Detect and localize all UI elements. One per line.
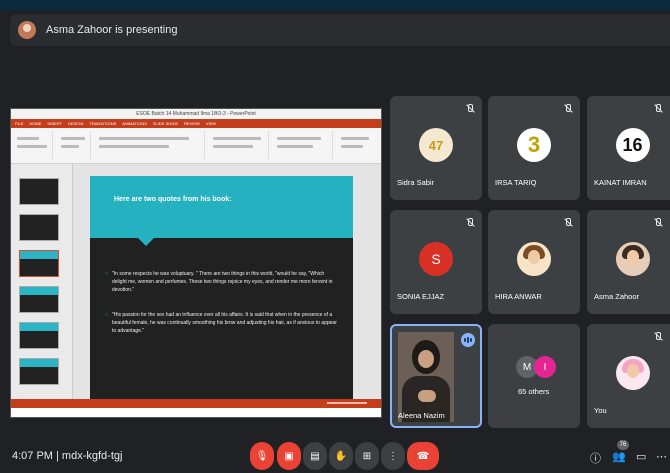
participant-tile[interactable]: 16 KAINAT IMRAN — [587, 96, 670, 200]
presenter-text: Asma Zahoor is presenting — [46, 24, 178, 36]
slide-thumbnails — [11, 164, 73, 408]
participant-tile[interactable]: 3 IRSA TARIQ — [488, 96, 580, 200]
hand-icon: ✋ — [334, 450, 348, 462]
participant-photo — [517, 242, 551, 276]
mic-off-icon — [653, 218, 663, 228]
participant-video — [398, 332, 454, 422]
participant-photo — [615, 242, 650, 276]
present-icon: ⊞ — [362, 450, 372, 462]
participant-name: KAINAT IMRAN — [594, 178, 647, 187]
powerpoint-ribbon-tabs: FILE HOME INSERT DESIGN TRANSITIONS ANIM… — [11, 119, 381, 128]
participant-avatar: 47 — [419, 128, 453, 162]
people-icon[interactable]: 👥 — [612, 450, 626, 463]
raise-hand-button[interactable]: ✋ — [329, 442, 353, 470]
slide-thumbnail[interactable] — [19, 250, 59, 277]
ribbon-tab: DESIGN — [68, 121, 84, 126]
powerpoint-title: ESOE Batch 14 Muhammad Ilma 1BO-3 - Powe… — [11, 109, 381, 119]
mic-off-icon — [465, 104, 475, 114]
participant-name: 65 others — [518, 387, 550, 396]
participant-count-badge: 76 — [617, 440, 629, 450]
participant-tile[interactable]: S SONIA EJJAZ — [390, 210, 482, 314]
participant-avatar: S — [419, 242, 453, 276]
slide-thumbnail[interactable] — [19, 214, 59, 241]
participant-name: IRSA TARIQ — [495, 178, 537, 187]
camera-toggle-button[interactable]: ▣ — [277, 442, 301, 470]
leave-call-button[interactable]: ☎ — [407, 442, 439, 470]
zoom-slider — [327, 402, 367, 404]
ribbon-tab: VIEW — [205, 121, 217, 126]
meeting-control-bar: 4:07 PM | mdx-kgfd-tgj 🎙 ▣ ▤ ✋ ⊞ ⋮ ☎ ⓘ 👥… — [0, 440, 670, 473]
participant-name: Aleena Nazim — [398, 411, 445, 420]
ribbon-tab: HOME — [29, 121, 42, 126]
slide-thumbnail[interactable] — [19, 178, 59, 205]
slide-title: Here are two quotes from his book: — [114, 196, 232, 203]
window-top-strip — [0, 0, 670, 10]
speaking-indicator-icon — [461, 333, 475, 347]
participant-name: You — [594, 406, 607, 415]
powerpoint-ribbon — [11, 128, 381, 164]
ribbon-tab: TRANSITIONS — [89, 121, 117, 126]
hang-up-icon: ☎ — [416, 450, 430, 462]
mic-off-icon — [563, 218, 573, 228]
slide-thumbnail[interactable] — [19, 358, 59, 385]
ribbon-group — [337, 131, 377, 159]
ribbon-group — [57, 131, 91, 159]
participant-name: SONIA EJJAZ — [397, 292, 445, 301]
participant-photo — [615, 356, 650, 390]
participant-tile-others[interactable]: M I 65 others — [488, 324, 580, 428]
meeting-time-code: 4:07 PM | mdx-kgfd-tgj — [12, 450, 123, 462]
participant-name: Sidra Sabir — [397, 178, 435, 187]
captions-button[interactable]: ▤ — [303, 442, 327, 470]
activities-icon[interactable]: ⋯ — [656, 450, 667, 463]
present-button[interactable]: ⊞ — [355, 442, 379, 470]
ribbon-tab: REVIEW — [184, 121, 200, 126]
mic-toggle-button[interactable]: 🎙 — [250, 442, 274, 470]
presenter-avatar — [18, 21, 36, 39]
current-slide: Here are two quotes from his book: "In s… — [90, 176, 353, 404]
captions-icon: ▤ — [310, 450, 320, 462]
chat-icon[interactable]: ▭ — [636, 450, 646, 463]
participant-tile[interactable]: HIRA ANWAR — [488, 210, 580, 314]
mic-off-icon — [563, 104, 573, 114]
ribbon-group — [13, 131, 53, 159]
participant-tile[interactable]: Asma Zahoor — [587, 210, 670, 314]
ribbon-group — [209, 131, 269, 159]
ribbon-group — [273, 131, 333, 159]
presenter-banner: Asma Zahoor is presenting — [10, 14, 670, 46]
more-vert-icon: ⋮ — [388, 450, 398, 462]
participant-name: Asma Zahoor — [594, 292, 640, 301]
slide-title-band — [90, 176, 353, 238]
ribbon-tab: ANIMATIONS — [122, 121, 147, 126]
mic-off-icon — [653, 332, 663, 342]
slide-bullet: "His passion for the sex had an influenc… — [105, 311, 337, 335]
ribbon-group — [95, 131, 205, 159]
ribbon-tab: FILE — [15, 121, 24, 126]
slide-thumbnail[interactable] — [19, 286, 59, 313]
participant-avatar: 3 — [517, 128, 551, 162]
ribbon-tab: SLIDE SHOW — [152, 121, 179, 126]
camera-off-icon: ▣ — [284, 450, 294, 462]
mic-off-icon — [653, 104, 663, 114]
shared-screen[interactable]: ESOE Batch 14 Muhammad Ilma 1BO-3 - Powe… — [10, 108, 382, 418]
participant-tile-self[interactable]: You — [587, 324, 670, 428]
slide-thumbnail[interactable] — [19, 322, 59, 349]
slide-title-notch — [138, 238, 154, 246]
participant-name: HIRA ANWAR — [495, 292, 542, 301]
ribbon-tab: INSERT — [47, 121, 63, 126]
more-options-button[interactable]: ⋮ — [381, 442, 405, 470]
participant-avatar: 16 — [615, 128, 650, 162]
slide-bullet: "In some respects he was voluptuary. " T… — [105, 270, 337, 294]
participant-tile[interactable]: 47 Sidra Sabir — [390, 96, 482, 200]
mic-off-icon — [465, 218, 475, 228]
info-icon[interactable]: ⓘ — [590, 450, 601, 466]
powerpoint-status-bar — [11, 399, 381, 408]
participant-tile-speaking[interactable]: Aleena Nazim — [390, 324, 482, 428]
powerpoint-editor: Here are two quotes from his book: "In s… — [11, 164, 381, 408]
participant-avatar: I — [534, 356, 556, 378]
mic-off-icon: 🎙 — [255, 450, 269, 462]
